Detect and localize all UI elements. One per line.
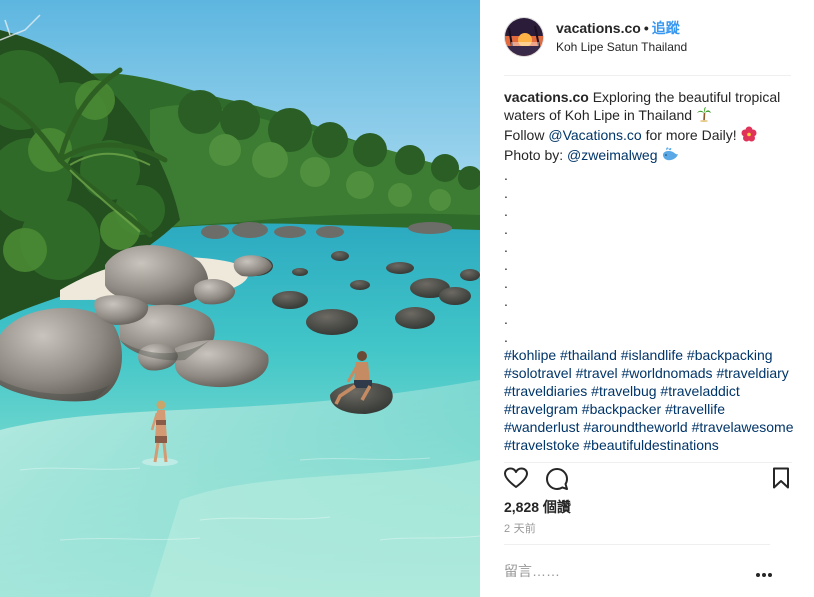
dot-line: . — [504, 185, 508, 201]
more-options-icon[interactable] — [756, 573, 772, 579]
dot-line: . — [504, 293, 508, 309]
dot-line: . — [504, 203, 508, 219]
dot-line: . — [504, 239, 508, 255]
post-header: vacations.co • 追蹤 Koh Lipe Satun Thailand — [504, 16, 791, 76]
caption-text-4: Photo by: — [504, 147, 564, 163]
follow-button[interactable]: 追蹤 — [652, 20, 680, 36]
more-dot — [762, 573, 766, 577]
bookmark-icon[interactable] — [772, 467, 790, 494]
caption-text-2: Follow — [504, 127, 545, 143]
caption: vacations.co Exploring the beautiful tro… — [504, 88, 794, 166]
whale-icon — [661, 146, 679, 166]
likes-count[interactable]: 2,828 個讚 — [504, 498, 571, 516]
hibiscus-icon — [741, 126, 757, 146]
location-link[interactable]: Koh Lipe Satun Thailand — [556, 39, 687, 55]
post-photo[interactable] — [0, 0, 480, 597]
more-dot — [756, 573, 760, 577]
hashtags[interactable]: #kohlipe #thailand #islandlife #backpack… — [504, 346, 794, 456]
dot-line: . — [504, 275, 508, 291]
post-timestamp[interactable]: 2 天前 — [504, 522, 536, 536]
header-username[interactable]: vacations.co — [556, 20, 641, 36]
avatar[interactable] — [504, 17, 544, 57]
dot-line: . — [504, 167, 508, 183]
dot-line: . — [504, 311, 508, 327]
comment-icon[interactable] — [545, 467, 569, 496]
mention-zweimalweg[interactable]: @zweimalweg — [567, 147, 657, 163]
more-dot — [768, 573, 772, 577]
palm-tree-icon — [696, 106, 712, 126]
caption-username[interactable]: vacations.co — [504, 89, 589, 105]
action-bar — [504, 462, 792, 492]
dot-line: . — [504, 257, 508, 273]
comment-box — [504, 544, 772, 597]
caption-dots: . . . . . . . . . . — [504, 166, 794, 346]
caption-scroll-area[interactable]: vacations.co Exploring the beautiful tro… — [504, 88, 794, 456]
comment-input[interactable] — [504, 563, 724, 579]
caption-text-3: for more Daily! — [645, 127, 737, 143]
instagram-post: vacations.co • 追蹤 Koh Lipe Satun Thailand … — [0, 0, 814, 597]
mention-vacations[interactable]: @Vacations.co — [548, 127, 641, 143]
header-separator: • — [643, 20, 649, 36]
post-side-panel: vacations.co • 追蹤 Koh Lipe Satun Thailand … — [480, 0, 814, 597]
dot-line: . — [504, 221, 508, 237]
heart-icon[interactable] — [504, 467, 528, 494]
beach-photo-illustration — [0, 0, 480, 597]
dot-line: . — [504, 329, 508, 345]
